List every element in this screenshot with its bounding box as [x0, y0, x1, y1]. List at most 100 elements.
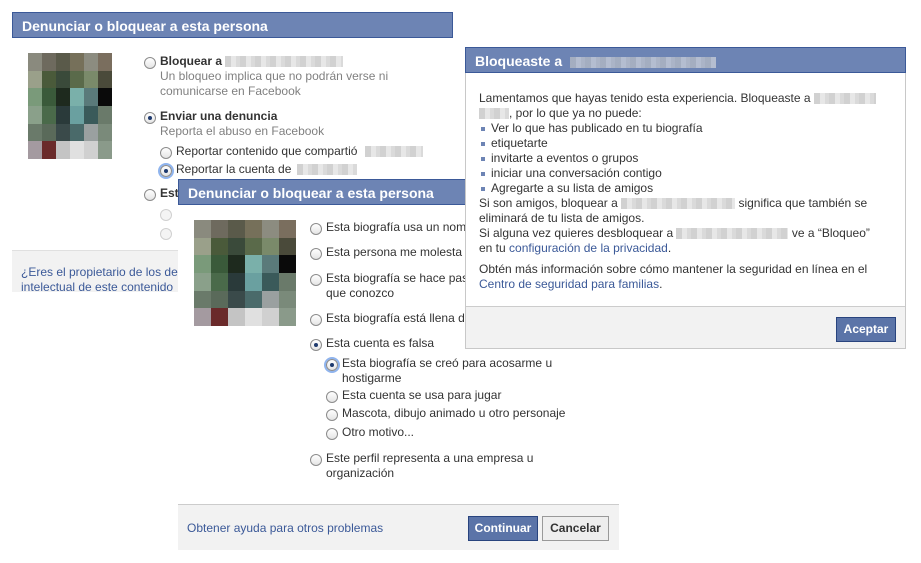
redacted-name	[479, 108, 509, 120]
radio-pet-character[interactable]	[326, 409, 338, 421]
avatar-pixel	[98, 123, 112, 142]
privacy-settings-link[interactable]: configuración de la privacidad	[509, 241, 668, 255]
option-harassment[interactable]: Esta biografía se creó para acosarme u	[342, 356, 552, 371]
radio-gaming[interactable]	[326, 391, 338, 403]
redacted-name	[676, 228, 789, 240]
avatar-pixel	[262, 237, 279, 256]
avatar	[28, 53, 112, 159]
redacted-name	[296, 164, 357, 176]
ip-owner-link-2[interactable]: intelectual de este contenido	[21, 280, 173, 295]
radio-report-account[interactable]	[160, 165, 172, 177]
option-impersonating[interactable]: Esta biografía se hace pas	[326, 271, 468, 286]
option-annoying[interactable]: Esta persona me molesta	[326, 245, 462, 260]
avatar-pixel	[28, 88, 42, 106]
avatar-pixel	[70, 70, 84, 89]
avatar-pixel	[245, 272, 262, 291]
radio-spam[interactable]	[310, 314, 322, 326]
dialog-title-bar: Bloqueaste a	[465, 47, 906, 73]
avatar-pixel	[42, 141, 56, 159]
option-third-label[interactable]: Est	[160, 186, 179, 201]
radio-annoying[interactable]	[310, 248, 322, 260]
avatar-pixel	[228, 308, 245, 326]
option-impersonating-cont: que conozco	[326, 286, 395, 300]
option-report-account[interactable]: Reportar la cuenta de	[176, 162, 357, 177]
avatar-pixel	[211, 290, 228, 309]
avatar-pixel	[279, 255, 296, 273]
avatar-pixel	[279, 308, 296, 326]
help-link[interactable]: Obtener ayuda para otros problemas	[187, 521, 383, 536]
radio-third-option[interactable]	[144, 189, 156, 201]
avatar-pixel	[279, 237, 296, 256]
list-item: iniciar una conversación contigo	[479, 166, 703, 181]
avatar-pixel	[42, 70, 56, 89]
option-fake-account[interactable]: Esta cuenta es falsa	[326, 336, 434, 351]
list-item: Ver lo que has publicado en tu biografía	[479, 121, 703, 136]
redacted-name	[570, 56, 717, 68]
avatar-pixel	[56, 141, 70, 159]
avatar-pixel	[245, 255, 262, 273]
radio-report[interactable]	[144, 112, 156, 124]
avatar-pixel	[228, 237, 245, 256]
avatar-pixel	[98, 88, 112, 106]
radio-fake-account[interactable]	[310, 339, 322, 351]
avatar-pixel	[262, 255, 279, 273]
avatar-pixel	[28, 123, 42, 142]
option-gaming[interactable]: Esta cuenta se usa para jugar	[342, 388, 501, 403]
avatar-pixel	[42, 105, 56, 124]
radio-business[interactable]	[310, 454, 322, 466]
avatar-pixel	[84, 70, 98, 89]
friends-text-2: significa que también se	[738, 196, 868, 210]
accept-button[interactable]: Aceptar	[836, 317, 896, 342]
avatar-pixel	[56, 88, 70, 106]
option-business[interactable]: Este perfil representa a una empresa u	[326, 451, 533, 466]
option-report-content-label: Reportar contenido que compartió	[176, 144, 358, 158]
option-pet-character[interactable]: Mascota, dibujo animado u otro personaje	[342, 406, 565, 421]
radio-impersonating[interactable]	[310, 274, 322, 286]
radio-report-content[interactable]	[160, 147, 172, 159]
continue-button[interactable]: Continuar	[468, 516, 538, 541]
radio-harassment[interactable]	[326, 359, 338, 371]
option-spam[interactable]: Esta biografía está llena d	[326, 311, 465, 326]
cancel-button[interactable]: Cancelar	[542, 516, 609, 541]
unblock-text-end: .	[667, 241, 672, 255]
avatar-pixel	[279, 220, 296, 238]
option-business-cont: organización	[326, 466, 395, 480]
intro-text: Lamentamos que hayas tenido esta experie…	[479, 91, 876, 106]
avatar-pixel	[228, 272, 245, 291]
radio-disabled-1	[160, 209, 172, 221]
avatar-pixel	[211, 237, 228, 256]
list-item: Agregarte a su lista de amigos	[479, 181, 703, 196]
family-safety-center-link[interactable]: Centro de seguridad para familias	[479, 277, 659, 291]
radio-impersonation-name[interactable]	[310, 223, 322, 235]
avatar-pixel	[70, 88, 84, 106]
option-other[interactable]: Otro motivo...	[342, 425, 414, 440]
option-block[interactable]: Bloquear a	[160, 54, 344, 69]
option-block-desc: Un bloqueo implica que no podrán verse n…	[160, 69, 389, 83]
avatar-pixel	[211, 255, 228, 273]
unblock-text-1: Si alguna vez quieres desbloquear a	[479, 226, 674, 240]
radio-other[interactable]	[326, 428, 338, 440]
avatar-pixel	[194, 290, 211, 309]
unblock-text-line2: en tu configuración de la privacidad.	[479, 241, 671, 256]
friends-text-3: eliminará de tu lista de amigos.	[479, 211, 645, 225]
avatar-pixel	[194, 237, 211, 256]
option-impersonation-name[interactable]: Esta biografía usa un nom	[326, 220, 466, 235]
friends-text-1: Si son amigos, bloquear a	[479, 196, 618, 210]
radio-block[interactable]	[144, 57, 156, 69]
avatar-pixel	[98, 70, 112, 89]
redacted-name	[621, 198, 736, 210]
avatar-pixel	[98, 141, 112, 159]
option-report-content[interactable]: Reportar contenido que compartió	[176, 144, 423, 159]
radio-disabled-2	[160, 228, 172, 240]
list-item: invitarte a eventos o grupos	[479, 151, 703, 166]
avatar-pixel	[98, 105, 112, 124]
option-report-label[interactable]: Enviar una denuncia	[160, 109, 277, 124]
avatar-pixel	[228, 290, 245, 309]
avatar-pixel	[194, 308, 211, 326]
option-report-account-label: Reportar la cuenta de	[176, 162, 292, 176]
option-block-label: Bloquear a	[160, 54, 223, 68]
avatar-pixel	[42, 53, 56, 71]
redacted-name	[813, 93, 876, 105]
ip-owner-link[interactable]: ¿Eres el propietario de los de	[21, 265, 178, 280]
avatar-pixel	[262, 220, 279, 238]
